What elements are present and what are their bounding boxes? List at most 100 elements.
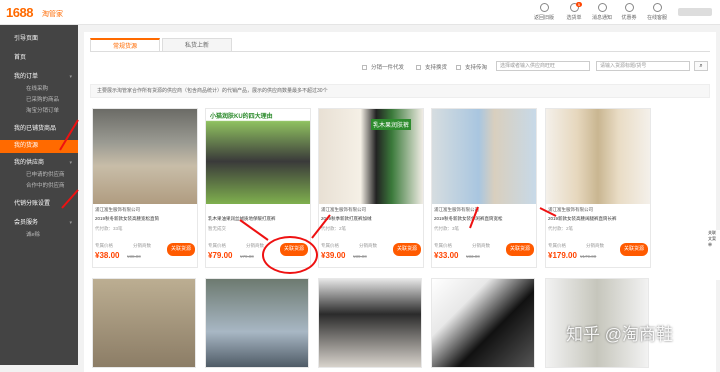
price-label: 专属价格 bbox=[321, 243, 339, 248]
product-meta: 代付款：33笔 bbox=[95, 226, 123, 231]
notice-bar: 主要展示淘管家合作所有货源的供应商（包含商品统计）的代销产品，展示的供应商数量最… bbox=[90, 84, 710, 98]
sidebar-item-guide[interactable]: 引导页面 bbox=[0, 33, 78, 46]
product-title[interactable]: 2019秋冬新款女装高腰宽松直筒 bbox=[95, 216, 195, 222]
search-input[interactable]: 请输入货源标题/货号 bbox=[596, 61, 690, 71]
tab-divider bbox=[90, 51, 710, 52]
product-card[interactable]: 浦江富生服饰有限公司 2019新款女装高腰阔腿裤直筒长裤 代付款：2笔 专属价格… bbox=[545, 108, 651, 268]
product-image[interactable] bbox=[92, 278, 196, 368]
shop-name[interactable]: 浦江富生服饰有限公司 bbox=[95, 207, 140, 213]
product-title[interactable]: 乳木果油果润丝绒质地保暖打底裤 bbox=[208, 216, 308, 222]
product-old-price: ¥179.00 bbox=[580, 254, 597, 259]
product-price: ¥39.00 bbox=[321, 251, 346, 260]
logo-subtitle: 淘管家 bbox=[42, 11, 63, 18]
sidebar-item-taobao-orders[interactable]: 淘宝分销订单 bbox=[0, 106, 78, 117]
checkbox[interactable] bbox=[456, 65, 461, 71]
checkbox[interactable] bbox=[416, 65, 421, 71]
filter-taobao[interactable]: 支持传淘 bbox=[456, 63, 487, 71]
link-source-button[interactable]: 关联货源 bbox=[167, 243, 195, 256]
top-bar: 1688 淘管家 返回旧版 5 选货单 消息通知 优惠券 在线客服 bbox=[0, 0, 720, 25]
product-meta: 暂无成交 bbox=[208, 226, 226, 231]
product-title[interactable]: 2019秋冬新款女装休闲裤直筒宽松 bbox=[434, 216, 534, 222]
sidebar: 引导页面 首页 我的订单 ▾ 在线采购 已采购的商品 淘宝分销订单 我的已铺货商品… bbox=[0, 25, 78, 365]
price-label: 专属价格 bbox=[548, 243, 566, 248]
sidebar-item-suppliers[interactable]: 我的供应商 ▾ bbox=[0, 157, 78, 170]
service-icon bbox=[652, 3, 662, 12]
coupon-icon bbox=[624, 3, 634, 12]
sidebar-item-cooperating-suppliers[interactable]: 合作中的供应商 bbox=[0, 181, 78, 192]
cart-button[interactable]: 5 选货单 bbox=[562, 2, 586, 21]
service-button[interactable]: 在线客服 bbox=[645, 3, 669, 21]
shop-name[interactable]: 浦江富生服饰有限公司 bbox=[548, 207, 593, 213]
price-label: 专属价格 bbox=[434, 243, 452, 248]
sidebar-item-my-sources[interactable]: 我的货源 bbox=[0, 140, 78, 153]
price-label: 专属价格 bbox=[208, 243, 226, 248]
supplier-select[interactable]: 选择或者输入供应商旺旺 bbox=[496, 61, 590, 71]
sidebar-item-listed-goods[interactable]: 我的已铺货商品 bbox=[0, 123, 78, 136]
message-icon bbox=[597, 3, 607, 12]
product-price: ¥179.00 bbox=[548, 251, 577, 260]
sidebar-item-home[interactable]: 首页 bbox=[0, 52, 78, 65]
link-source-button[interactable]: 关联货源 bbox=[506, 243, 534, 256]
image-caption: 小猫润肤KU的四大理由 bbox=[210, 114, 273, 120]
back-icon bbox=[539, 3, 549, 12]
product-price: ¥33.00 bbox=[434, 251, 459, 260]
chevron-down-icon: ▾ bbox=[69, 220, 72, 226]
product-price: ¥79.00 bbox=[208, 251, 233, 260]
sidebar-item-orders[interactable]: 我的订单 ▾ bbox=[0, 71, 78, 84]
link-source-button[interactable]: 关联货源 bbox=[620, 243, 648, 256]
watermark: 知乎 @淘商鞋 bbox=[566, 325, 673, 344]
distributor-count: 分销商数 bbox=[586, 243, 604, 248]
product-meta: 代付款：3笔 bbox=[434, 226, 460, 231]
price-label: 专属价格 bbox=[95, 243, 113, 248]
product-meta: 代付款：2笔 bbox=[321, 226, 347, 231]
back-old-version-button[interactable]: 返回旧版 bbox=[532, 3, 556, 21]
logo[interactable]: 1688 bbox=[6, 5, 33, 20]
product-old-price: ¥38.00 bbox=[127, 254, 141, 259]
sidebar-item-credit[interactable]: 诚e赊 bbox=[0, 230, 78, 241]
product-image[interactable] bbox=[432, 109, 536, 204]
sidebar-item-member-service[interactable]: 会员服务 ▾ bbox=[0, 217, 78, 230]
product-meta: 代付款：2笔 bbox=[548, 226, 574, 231]
search-button[interactable]: ⌕ bbox=[694, 61, 708, 71]
highlight-circle bbox=[262, 236, 318, 274]
product-image[interactable]: 小猫润肤KU的四大理由 bbox=[206, 109, 310, 204]
search-icon: ⌕ bbox=[699, 63, 703, 69]
product-image[interactable] bbox=[205, 278, 309, 368]
product-card[interactable]: 浦江富生服饰有限公司 2019秋冬新款女装休闲裤直筒宽松 代付款：3笔 专属价格… bbox=[431, 108, 537, 268]
product-image[interactable]: 乳木果润肤裤 bbox=[319, 109, 423, 204]
message-button[interactable]: 消息通知 bbox=[590, 3, 614, 21]
checkbox[interactable] bbox=[362, 65, 367, 71]
cart-badge: 5 bbox=[575, 2, 582, 7]
product-image[interactable] bbox=[431, 278, 535, 368]
link-source-button[interactable]: 关联货源 bbox=[393, 243, 421, 256]
chevron-down-icon: ▾ bbox=[69, 160, 72, 166]
tab-private-new[interactable]: 私货上新 bbox=[162, 38, 232, 52]
sidebar-item-purchased-goods[interactable]: 已采购的商品 bbox=[0, 95, 78, 106]
shop-name[interactable]: 浦江富生服饰有限公司 bbox=[321, 207, 366, 213]
shop-name[interactable]: 浦江富生服饰有限公司 bbox=[434, 207, 479, 213]
product-old-price: ¥39.00 bbox=[353, 254, 367, 259]
sidebar-item-split-settings[interactable]: 代销分账设置 bbox=[0, 198, 78, 211]
distributor-count: 分销商数 bbox=[359, 243, 377, 248]
product-price: ¥38.00 bbox=[95, 251, 120, 260]
tab-regular-sources[interactable]: 常规货源 bbox=[90, 38, 160, 52]
product-image[interactable] bbox=[93, 109, 197, 204]
product-old-price: ¥33.00 bbox=[466, 254, 480, 259]
product-title[interactable]: 2019新款女装高腰阔腿裤直筒长裤 bbox=[548, 216, 648, 222]
distributor-count: 分销商数 bbox=[133, 243, 151, 248]
product-old-price: ¥79.00 bbox=[240, 254, 254, 259]
filter-exchange[interactable]: 支持换货 bbox=[416, 63, 447, 71]
distributor-count: 分销商数 bbox=[472, 243, 490, 248]
chevron-down-icon: ▾ bbox=[69, 74, 72, 80]
sidebar-item-applied-suppliers[interactable]: 已申请的供应商 bbox=[0, 170, 78, 181]
product-title[interactable]: 2019秋季新款打底裤加绒 bbox=[321, 216, 421, 222]
product-card[interactable]: 浦江富生服饰有限公司 2019秋冬新款女装高腰宽松直筒 代付款：33笔 专属价格… bbox=[92, 108, 198, 268]
coupon-button[interactable]: 优惠券 bbox=[617, 3, 641, 21]
sidebar-item-online-purchase[interactable]: 在线采购 bbox=[0, 84, 78, 95]
filter-dropship[interactable]: 分销一件代发 bbox=[362, 63, 404, 71]
distributor-count: 分销商数 bbox=[246, 243, 264, 248]
product-image[interactable] bbox=[318, 278, 422, 368]
product-image[interactable] bbox=[546, 109, 650, 204]
product-card[interactable]: 乳木果润肤裤 浦江富生服饰有限公司 2019秋季新款打底裤加绒 代付款：2笔 专… bbox=[318, 108, 424, 268]
user-name-blurred[interactable] bbox=[678, 8, 712, 16]
